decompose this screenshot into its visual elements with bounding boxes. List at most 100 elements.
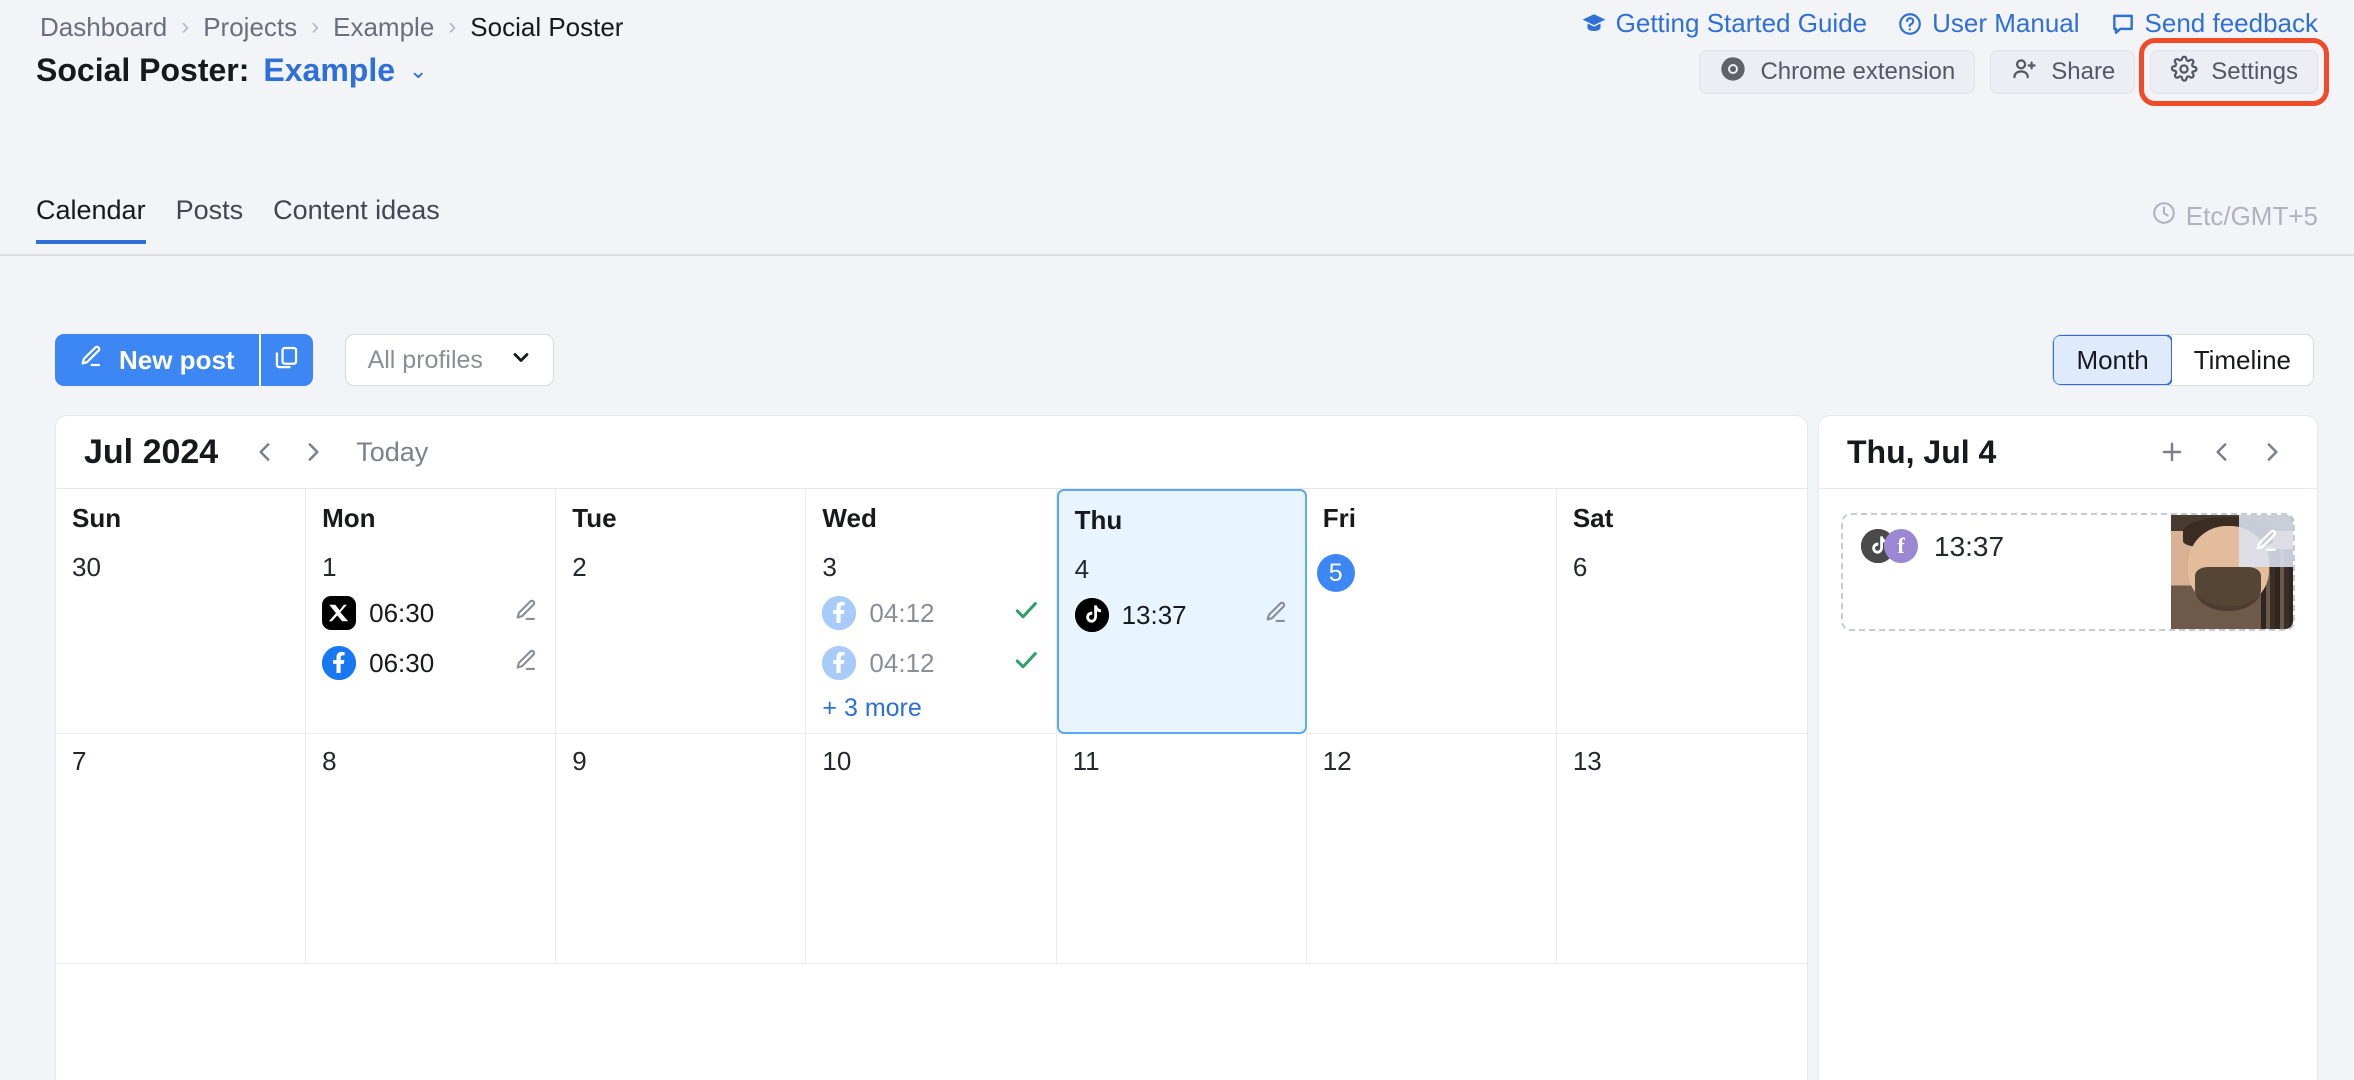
- show-more-events-link[interactable]: + 3 more: [822, 694, 1039, 723]
- calendar-day-cell[interactable]: Tue 2: [556, 489, 807, 734]
- gear-icon: [2170, 55, 2198, 90]
- view-mode-timeline[interactable]: Timeline: [2171, 335, 2313, 385]
- calendar-day-cell[interactable]: 8: [306, 734, 557, 964]
- day-number: 2: [572, 552, 587, 582]
- day-of-week-label: Tue: [572, 503, 617, 533]
- calendar-day-cell[interactable]: 11: [1056, 734, 1307, 964]
- day-number: 12: [1322, 746, 1352, 776]
- calendar-card: Jul 2024 Today Sun 30 Mon 1 06:30 06:30 …: [55, 415, 1808, 1080]
- tab-content-ideas-label: Content ideas: [273, 195, 440, 225]
- event-time: 06:30: [369, 647, 435, 678]
- calendar-day-cell[interactable]: Wed 3 04:12 04:12 + 3 more: [806, 489, 1057, 734]
- calendar-event[interactable]: 13:37: [1074, 596, 1289, 634]
- tab-posts-label: Posts: [175, 195, 244, 225]
- day-detail-prev-button[interactable]: [2201, 431, 2243, 473]
- add-post-button[interactable]: [2151, 431, 2193, 473]
- day-detail-next-button[interactable]: [2251, 431, 2293, 473]
- calendar-day-cell[interactable]: 7: [56, 734, 307, 964]
- edit-event-icon[interactable]: [1262, 599, 1289, 631]
- day-of-week-label: Fri: [1322, 503, 1356, 533]
- breadcrumb-item-projects[interactable]: Projects: [203, 12, 297, 43]
- edit-event-icon[interactable]: [512, 647, 539, 679]
- chevron-down-icon[interactable]: ⌄: [409, 58, 427, 84]
- day-number: 9: [572, 746, 587, 776]
- day-number-today-badge: 5: [1316, 554, 1355, 592]
- day-number: 8: [322, 746, 337, 776]
- calendar-day-cell[interactable]: 13: [1556, 734, 1807, 964]
- chrome-extension-label: Chrome extension: [1760, 58, 1956, 85]
- calendar-navigation: [244, 431, 334, 473]
- user-manual-label: User Manual: [1932, 8, 2080, 38]
- new-post-label: New post: [119, 344, 235, 375]
- breadcrumb-item-example[interactable]: Example: [333, 12, 434, 43]
- new-post-button[interactable]: New post: [55, 334, 259, 386]
- chrome-extension-button[interactable]: Chrome extension: [1699, 50, 1976, 94]
- day-number: 6: [1572, 552, 1588, 582]
- page-title: Social Poster: Example ⌄: [36, 52, 427, 89]
- graduation-cap-icon: [1581, 11, 1607, 37]
- calendar-prev-button[interactable]: [244, 431, 286, 473]
- event-time: 06:30: [369, 597, 435, 628]
- tab-bar-divider: [0, 254, 2354, 256]
- view-mode-month[interactable]: Month: [2053, 335, 2173, 385]
- getting-started-guide-link[interactable]: Getting Started Guide: [1581, 8, 1867, 39]
- day-of-week-label: Thu: [1074, 505, 1123, 535]
- calendar-day-cell[interactable]: Fri 5: [1306, 489, 1557, 734]
- tab-calendar-label: Calendar: [36, 195, 146, 225]
- sent-check-icon: [1012, 646, 1040, 680]
- post-platform-avatars: f: [1861, 529, 1918, 563]
- settings-label: Settings: [2211, 58, 2298, 85]
- copy-icon: [273, 344, 300, 376]
- tab-calendar[interactable]: Calendar: [36, 195, 146, 244]
- calendar-event[interactable]: 04:12: [822, 644, 1039, 682]
- duplicate-post-button[interactable]: [260, 334, 313, 386]
- project-selector-label[interactable]: Example: [263, 52, 395, 89]
- day-detail-header: Thu, Jul 4: [1819, 416, 2317, 489]
- calendar-day-cell[interactable]: 10: [806, 734, 1057, 964]
- calendar-event[interactable]: 06:30: [322, 644, 539, 682]
- calendar-month-label: Jul 2024: [84, 432, 219, 471]
- view-mode-month-label: Month: [2076, 344, 2149, 375]
- day-detail-title: Thu, Jul 4: [1847, 433, 1997, 470]
- facebook-icon: [322, 646, 357, 680]
- calendar-event[interactable]: 04:12: [822, 594, 1039, 632]
- facebook-icon: [822, 596, 857, 630]
- header-help-links: Getting Started Guide User Manual Send f…: [1581, 8, 2318, 39]
- clock-icon: [2151, 200, 2177, 233]
- share-label: Share: [2051, 58, 2116, 85]
- calendar-day-cell[interactable]: Sat 6: [1556, 489, 1807, 734]
- day-number: 10: [822, 746, 852, 776]
- profiles-dropdown[interactable]: All profiles: [344, 334, 554, 386]
- day-number: 4: [1074, 554, 1090, 584]
- person-add-icon: [2010, 55, 2038, 90]
- breadcrumb-item-dashboard[interactable]: Dashboard: [40, 12, 167, 43]
- pencil-icon: [77, 343, 104, 377]
- calendar-day-cell[interactable]: 12: [1306, 734, 1557, 964]
- day-number: 11: [1072, 746, 1100, 776]
- send-feedback-link[interactable]: Send feedback: [2110, 8, 2318, 39]
- day-number: 1: [322, 552, 337, 582]
- tab-bar: Calendar Posts Content ideas: [36, 195, 440, 244]
- calendar-event[interactable]: 06:30: [322, 594, 539, 632]
- settings-button[interactable]: Settings: [2150, 50, 2318, 94]
- send-feedback-label: Send feedback: [2144, 8, 2318, 38]
- calendar-today-button[interactable]: Today: [356, 437, 428, 468]
- event-time: 13:37: [1121, 599, 1187, 630]
- post-card[interactable]: f 13:37: [1841, 513, 2295, 631]
- calendar-day-cell[interactable]: Mon 1 06:30 06:30: [306, 489, 557, 734]
- calendar-toolbar: New post All profiles: [55, 334, 554, 386]
- calendar-day-cell[interactable]: 9: [556, 734, 807, 964]
- tab-posts[interactable]: Posts: [176, 195, 244, 244]
- calendar-day-cell-selected[interactable]: Thu 4 13:37: [1056, 489, 1307, 734]
- tab-content-ideas[interactable]: Content ideas: [273, 195, 440, 244]
- settings-button-wrapper: Settings: [2139, 38, 2329, 106]
- edit-post-icon[interactable]: [2239, 515, 2293, 567]
- day-of-week-label: Wed: [822, 503, 877, 533]
- day-number: 7: [72, 746, 87, 776]
- share-button[interactable]: Share: [1990, 50, 2136, 94]
- calendar-next-button[interactable]: [292, 431, 334, 473]
- edit-event-icon[interactable]: [512, 597, 539, 629]
- user-manual-link[interactable]: User Manual: [1897, 8, 2080, 39]
- calendar-day-cell[interactable]: Sun 30: [56, 489, 307, 734]
- breadcrumb-separator-icon: ›: [181, 12, 190, 40]
